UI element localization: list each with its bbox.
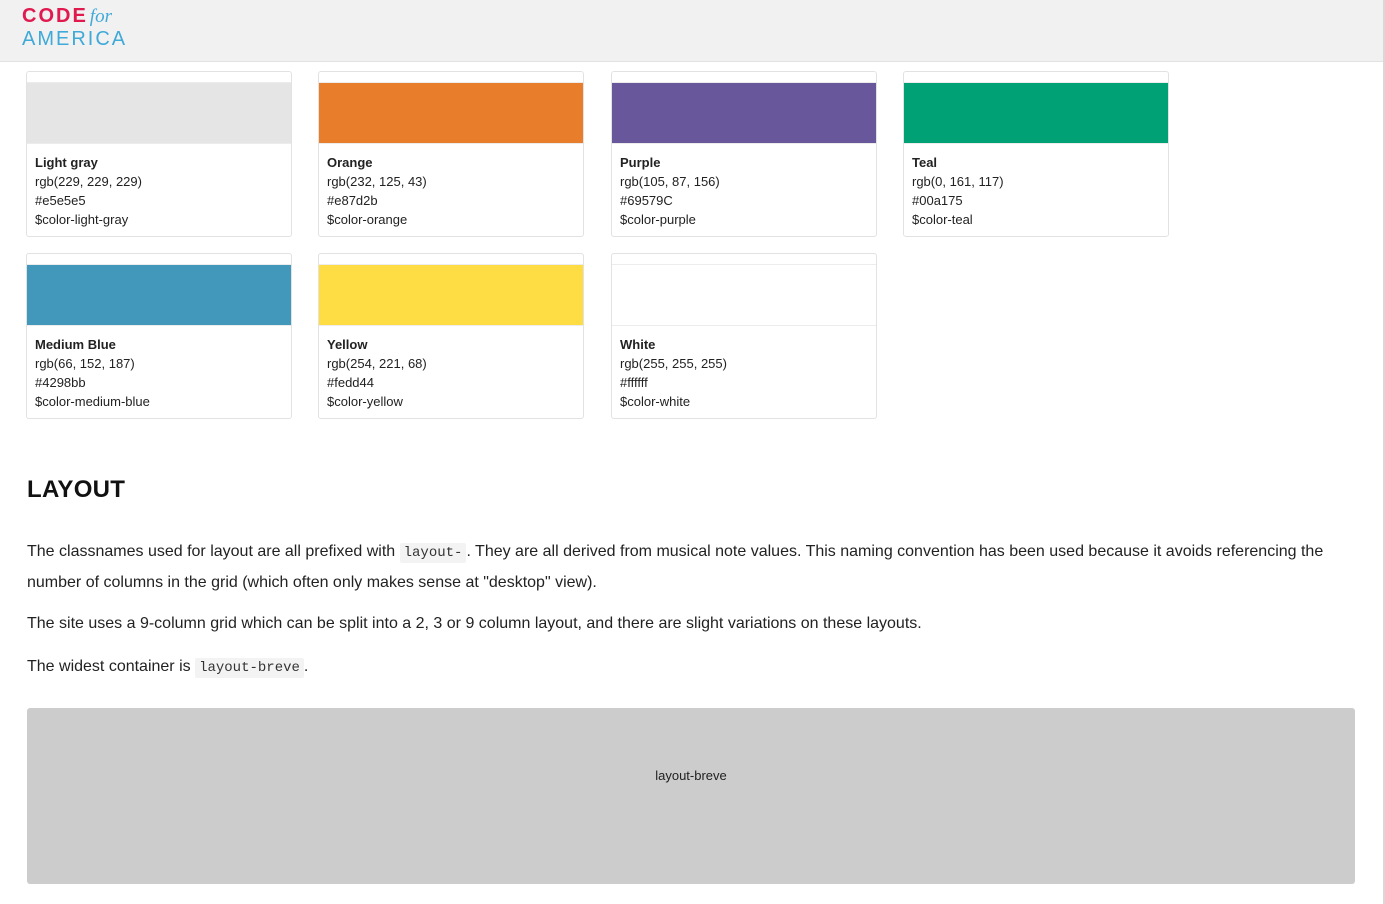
swatch-info: White rgb(255, 255, 255) #ffffff $color-…: [620, 335, 727, 411]
paragraph-text: The classnames used for layout are all p…: [27, 543, 400, 560]
swatch-rgb: rgb(232, 125, 43): [327, 174, 427, 189]
swatch-color-block: [27, 82, 291, 144]
grid-description-paragraph: The site uses a 9-column grid which can …: [27, 615, 922, 632]
swatch-color-block: [612, 82, 876, 144]
code-layout-breve: layout-breve: [195, 658, 304, 678]
swatch-variable: $color-medium-blue: [35, 394, 150, 409]
paragraph-text: .: [303, 658, 309, 675]
swatch-name: Teal: [912, 155, 938, 170]
swatch-info: Light gray rgb(229, 229, 229) #e5e5e5 $c…: [35, 153, 142, 229]
swatch-name: Light gray: [35, 155, 98, 170]
swatch-info: Purple rgb(105, 87, 156) #69579C $color-…: [620, 153, 720, 229]
layout-intro-paragraph: The classnames used for layout are all p…: [27, 537, 1357, 597]
swatch-yellow: Yellow rgb(254, 221, 68) #fedd44 $color-…: [318, 253, 584, 419]
layout-breve-demo-box: layout-breve: [27, 708, 1355, 884]
swatch-info: Orange rgb(232, 125, 43) #e87d2b $color-…: [327, 153, 427, 229]
swatch-medium-blue: Medium Blue rgb(66, 152, 187) #4298bb $c…: [26, 253, 292, 419]
swatch-rgb: rgb(105, 87, 156): [620, 174, 720, 189]
swatch-name: Purple: [620, 155, 661, 170]
swatch-name: Medium Blue: [35, 337, 116, 352]
swatch-name: Orange: [327, 155, 373, 170]
swatch-variable: $color-white: [620, 394, 691, 409]
swatch-info: Teal rgb(0, 161, 117) #00a175 $color-tea…: [912, 153, 1004, 229]
swatch-rgb: rgb(255, 255, 255): [620, 356, 727, 371]
widest-container-paragraph: The widest container is layout-breve.: [27, 652, 1357, 683]
swatch-variable: $color-yellow: [327, 394, 403, 409]
swatch-white: White rgb(255, 255, 255) #ffffff $color-…: [611, 253, 877, 419]
swatch-info: Medium Blue rgb(66, 152, 187) #4298bb $c…: [35, 335, 150, 411]
swatch-color-block: [904, 82, 1168, 144]
paragraph-text: The widest container is: [27, 658, 196, 675]
swatch-color-block: [612, 264, 876, 326]
swatch-light-gray: Light gray rgb(229, 229, 229) #e5e5e5 $c…: [26, 71, 292, 237]
swatch-hex: #ffffff: [620, 375, 648, 390]
code-layout-prefix: layout-: [399, 543, 467, 563]
swatch-hex: #00a175: [912, 193, 963, 208]
logo-america-text: AMERICA: [22, 28, 128, 50]
logo-code-text: CODE: [22, 5, 88, 27]
swatch-hex: #69579C: [620, 193, 673, 208]
code-for-america-logo[interactable]: CODE for AMERICA: [22, 6, 127, 49]
swatch-hex: #e5e5e5: [35, 193, 86, 208]
swatch-hex: #fedd44: [327, 375, 374, 390]
swatch-color-block: [319, 82, 583, 144]
swatch-orange: Orange rgb(232, 125, 43) #e87d2b $color-…: [318, 71, 584, 237]
swatch-color-block: [319, 264, 583, 326]
swatch-purple: Purple rgb(105, 87, 156) #69579C $color-…: [611, 71, 877, 237]
swatch-name: Yellow: [327, 337, 368, 352]
swatch-color-block: [27, 264, 291, 326]
layout-breve-demo-label: layout-breve: [655, 768, 727, 783]
swatch-info: Yellow rgb(254, 221, 68) #fedd44 $color-…: [327, 335, 427, 411]
swatch-variable: $color-light-gray: [35, 212, 129, 227]
site-header: CODE for AMERICA: [0, 0, 1383, 62]
swatch-rgb: rgb(229, 229, 229): [35, 174, 142, 189]
swatch-hex: #e87d2b: [327, 193, 378, 208]
swatch-hex: #4298bb: [35, 375, 86, 390]
swatch-rgb: rgb(66, 152, 187): [35, 356, 135, 371]
swatch-variable: $color-teal: [912, 212, 973, 227]
swatch-variable: $color-purple: [620, 212, 696, 227]
swatch-rgb: rgb(254, 221, 68): [327, 356, 427, 371]
swatch-teal: Teal rgb(0, 161, 117) #00a175 $color-tea…: [903, 71, 1169, 237]
layout-heading: LAYOUT: [27, 476, 126, 503]
swatch-variable: $color-orange: [327, 212, 408, 227]
swatch-rgb: rgb(0, 161, 117): [912, 174, 1004, 189]
swatch-name: White: [620, 337, 656, 352]
logo-for-text: for: [89, 6, 112, 27]
